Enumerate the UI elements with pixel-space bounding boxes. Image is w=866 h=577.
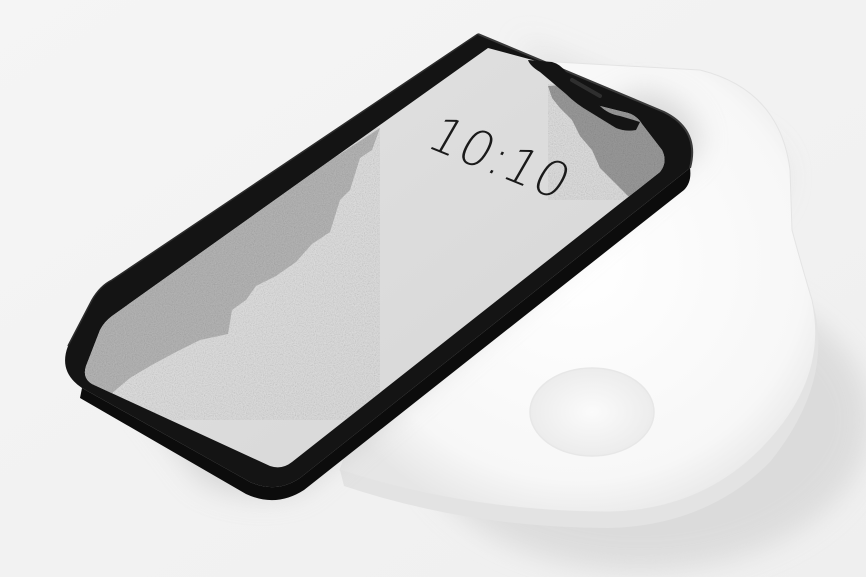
photo-canvas: 10:10 — [0, 0, 866, 577]
charger-dimple — [529, 367, 655, 457]
product-photo-scene: 10:10 — [0, 0, 866, 577]
